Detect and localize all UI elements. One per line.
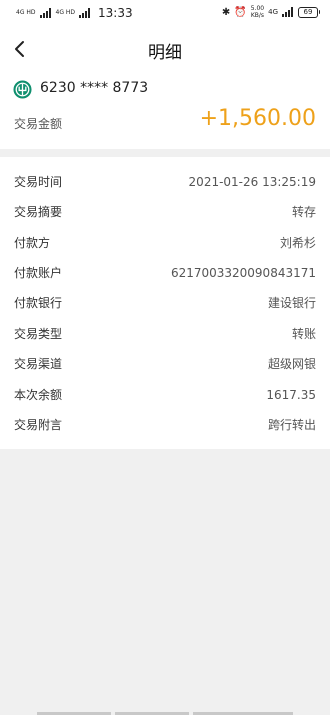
detail-label: 交易时间 [14,175,63,189]
detail-label: 付款银行 [14,296,63,310]
signal-icon-1 [39,8,52,18]
detail-value: 1617.35 [266,388,316,402]
amount-label: 交易金额 [14,117,63,131]
detail-row: 交易渠道 超级网银 [0,349,330,379]
bluetooth-icon: ✱ [221,6,231,18]
speed-value: 5.00 [250,5,265,12]
signal-icon-3 [282,7,294,17]
status-left: 4G HD 4G HD 13:33 [16,6,133,20]
detail-row: 交易摘要 转存 [0,197,330,227]
bank-logo-icon [13,80,32,99]
detail-row: 交易类型 转账 [0,319,330,349]
detail-row: 交易附言 跨行转出 [0,410,330,440]
nav-header: 明细 [0,28,330,70]
page-title: 明细 [148,43,182,63]
detail-label: 付款账户 [14,266,63,280]
detail-row: 本次余额 1617.35 [0,380,330,410]
alarm-icon: ⏰ [234,6,247,18]
detail-row: 付款账户 6217003320090843171 [0,258,330,288]
detail-value: 跨行转出 [267,418,316,432]
detail-label: 交易摘要 [14,205,63,219]
detail-label: 付款方 [14,236,51,250]
detail-value: 转账 [291,327,316,341]
detail-row: 付款方 刘希杉 [0,228,330,258]
detail-value: 刘希杉 [279,236,316,250]
battery-icon: 69 [298,6,320,18]
gesture-bar [0,711,330,715]
detail-label: 本次余额 [14,388,63,402]
detail-value: 超级网银 [267,357,316,371]
amount-value: +1,560.00 [199,106,316,131]
detail-row: 付款银行 建设银行 [0,288,330,318]
speed-unit: KB/s [250,12,265,19]
card-number: 6230 **** 8773 [40,80,149,96]
detail-value: 转存 [291,205,316,219]
detail-value: 2021-01-26 13:25:19 [188,175,316,189]
detail-label: 交易类型 [14,327,63,341]
transaction-details: 交易时间 2021-01-26 13:25:19 交易摘要 转存 付款方 刘希杉… [0,157,330,449]
detail-value: 建设银行 [267,296,316,310]
signal-icon-2 [79,8,91,18]
network-speed: 5.00 KB/s [251,5,264,19]
status-bar: 4G HD 4G HD 13:33 ✱ ⏰ 5.00 KB/s 4G 69 [0,0,330,28]
status-right: ✱ ⏰ 5.00 KB/s 4G 69 [221,5,320,19]
network-label-2: 4G HD [55,9,76,16]
transaction-summary: 6230 **** 8773 交易金额 +1,560.00 [0,70,330,149]
detail-value: 6217003320090843171 [170,266,316,280]
detail-label: 交易渠道 [14,357,63,371]
detail-row: 交易时间 2021-01-26 13:25:19 [0,167,330,197]
detail-label: 交易附言 [14,418,63,432]
network-label-right: 4G [268,8,278,16]
status-time: 13:33 [98,6,133,20]
network-label-1: 4G HD [16,9,36,16]
